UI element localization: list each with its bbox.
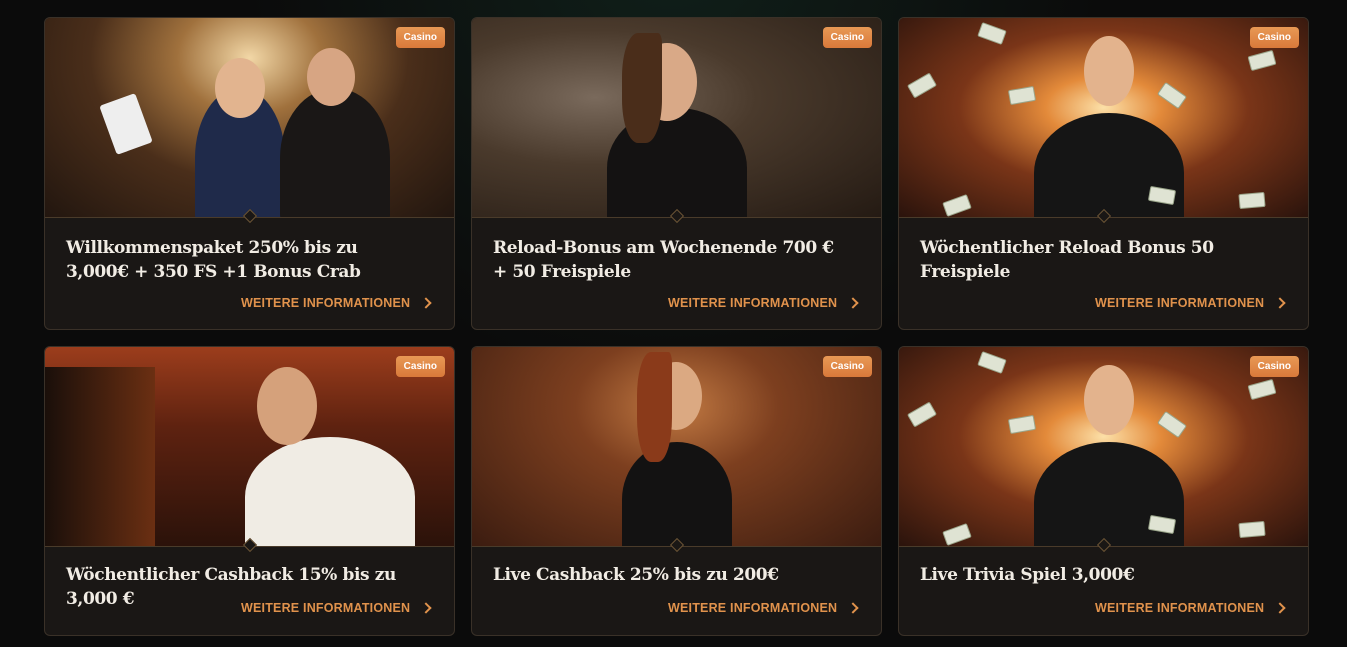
promotions-grid: Casino Willkommenspaket 250% bis zu 3,00… bbox=[44, 17, 1309, 636]
more-info-link[interactable]: WEITERE INFORMATIONEN bbox=[668, 601, 859, 615]
promo-image bbox=[45, 18, 454, 218]
promo-card[interactable]: Casino Wöchentlicher Cashback 15% bis zu… bbox=[44, 346, 455, 636]
promo-card[interactable]: Casino Wöchentlicher Reload Bonus 50 Fre… bbox=[898, 17, 1309, 330]
promo-image bbox=[899, 18, 1308, 218]
promo-image bbox=[899, 347, 1308, 547]
more-info-label: WEITERE INFORMATIONEN bbox=[1095, 296, 1265, 310]
promo-card[interactable]: Casino Reload-Bonus am Wochenende 700 € … bbox=[471, 17, 882, 330]
category-badge: Casino bbox=[1249, 27, 1299, 48]
chevron-right-icon bbox=[847, 297, 859, 309]
more-info-link[interactable]: WEITERE INFORMATIONEN bbox=[241, 296, 432, 310]
category-badge: Casino bbox=[1249, 356, 1299, 377]
promo-title: Reload-Bonus am Wochenende 700 € + 50 Fr… bbox=[493, 238, 834, 282]
chevron-right-icon bbox=[420, 297, 432, 309]
category-badge: Casino bbox=[822, 356, 872, 377]
category-badge: Casino bbox=[395, 356, 445, 377]
promo-image bbox=[45, 347, 454, 547]
more-info-label: WEITERE INFORMATIONEN bbox=[668, 601, 838, 615]
more-info-label: WEITERE INFORMATIONEN bbox=[241, 296, 411, 310]
promo-image bbox=[472, 347, 881, 547]
chevron-right-icon bbox=[1274, 602, 1286, 614]
category-badge: Casino bbox=[395, 27, 445, 48]
more-info-link[interactable]: WEITERE INFORMATIONEN bbox=[1095, 296, 1286, 310]
promo-title: Live Trivia Spiel 3,000€ bbox=[920, 565, 1135, 585]
promo-card[interactable]: Casino Live Cashback 25% bis zu 200€ WEI… bbox=[471, 346, 882, 636]
category-badge: Casino bbox=[822, 27, 872, 48]
promo-card[interactable]: Casino Willkommenspaket 250% bis zu 3,00… bbox=[44, 17, 455, 330]
more-info-link[interactable]: WEITERE INFORMATIONEN bbox=[668, 296, 859, 310]
more-info-label: WEITERE INFORMATIONEN bbox=[1095, 601, 1265, 615]
more-info-label: WEITERE INFORMATIONEN bbox=[668, 296, 838, 310]
chevron-right-icon bbox=[1274, 297, 1286, 309]
promo-title: Live Cashback 25% bis zu 200€ bbox=[493, 565, 779, 585]
chevron-right-icon bbox=[847, 602, 859, 614]
promo-title: Wöchentlicher Reload Bonus 50 Freispiele bbox=[920, 238, 1214, 282]
more-info-label: WEITERE INFORMATIONEN bbox=[241, 601, 411, 615]
more-info-link[interactable]: WEITERE INFORMATIONEN bbox=[241, 601, 432, 615]
promo-card[interactable]: Casino Live Trivia Spiel 3,000€ WEITERE … bbox=[898, 346, 1309, 636]
promo-image bbox=[472, 18, 881, 218]
chevron-right-icon bbox=[420, 602, 432, 614]
more-info-link[interactable]: WEITERE INFORMATIONEN bbox=[1095, 601, 1286, 615]
promo-title: Willkommenspaket 250% bis zu 3,000€ + 35… bbox=[66, 238, 361, 282]
